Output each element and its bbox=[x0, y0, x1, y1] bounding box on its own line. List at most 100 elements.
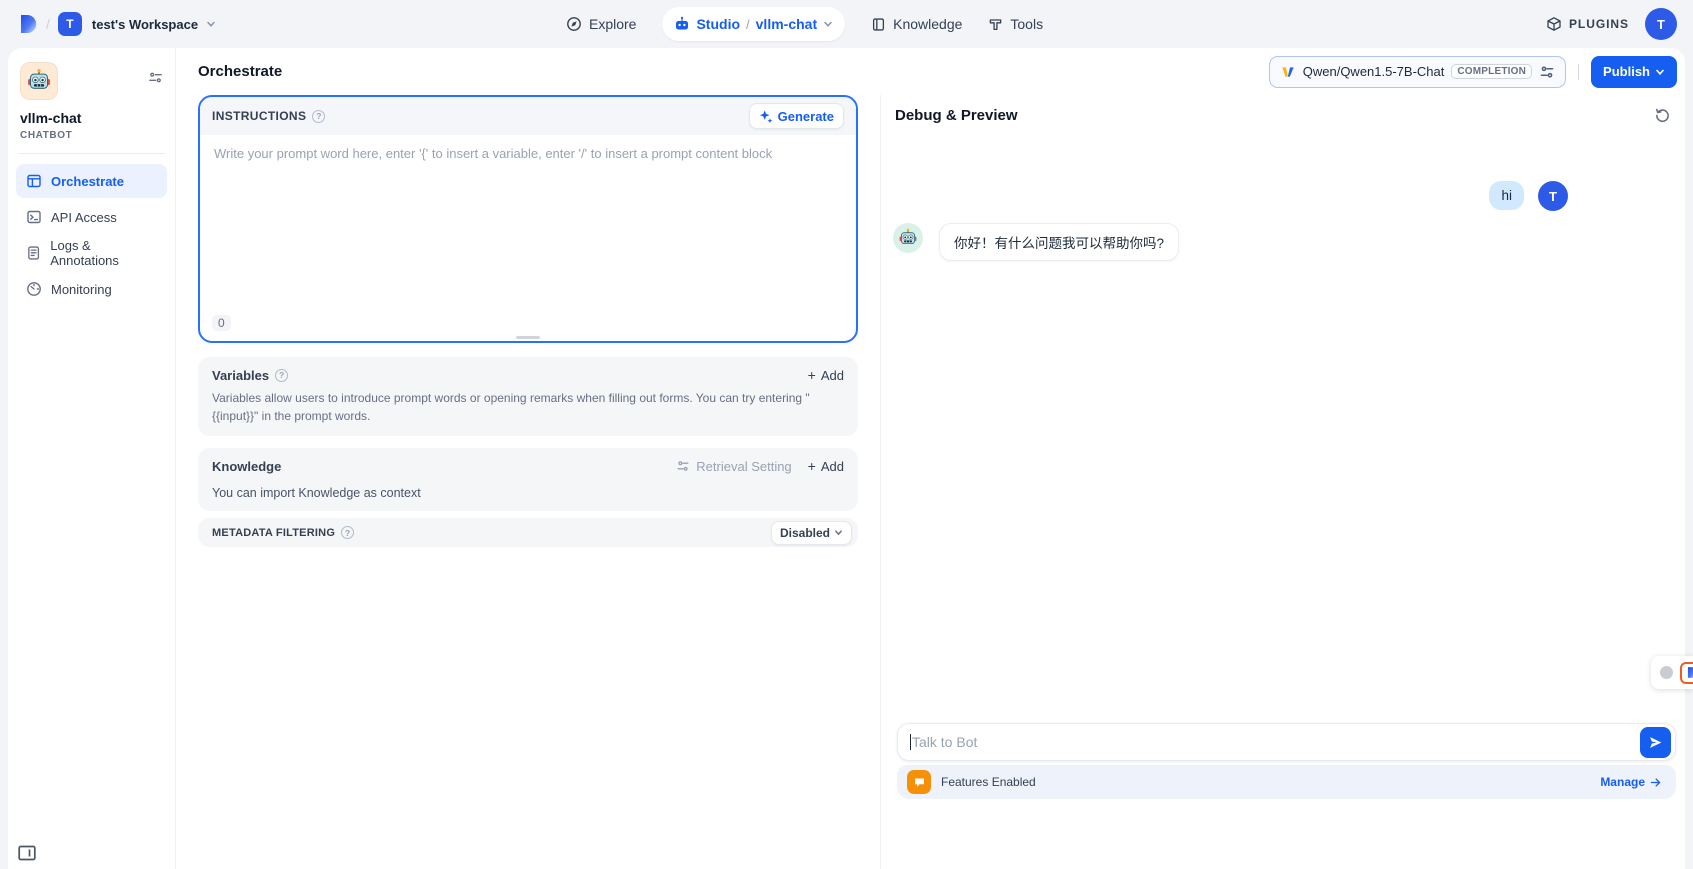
char-count-badge: 0 bbox=[212, 315, 231, 331]
dify-logo bbox=[16, 13, 38, 35]
chat-input[interactable] bbox=[911, 734, 1640, 750]
primary-nav: Explore Studio / vllm-chat Knowledge Too… bbox=[566, 0, 1043, 48]
features-bar: Features Enabled Manage bbox=[897, 765, 1676, 799]
plus-icon: + bbox=[808, 367, 816, 383]
manage-label: Manage bbox=[1600, 775, 1645, 789]
top-navigation-bar: / T test's Workspace Explore Studio / vl… bbox=[0, 0, 1693, 48]
chat-message-user: hi T bbox=[893, 181, 1568, 211]
sidebar-item-label: Orchestrate bbox=[51, 174, 124, 189]
sidebar-item-monitoring[interactable]: Monitoring bbox=[16, 272, 167, 306]
workspace-avatar[interactable]: T bbox=[58, 12, 82, 36]
retrieval-setting-label: Retrieval Setting bbox=[696, 459, 791, 474]
help-icon[interactable]: ? bbox=[341, 526, 354, 539]
publish-label: Publish bbox=[1603, 64, 1650, 79]
nav-explore-label: Explore bbox=[589, 16, 636, 32]
user-avatar[interactable]: T bbox=[1645, 8, 1677, 40]
nav-studio-current-app[interactable]: Studio / vllm-chat bbox=[662, 7, 845, 41]
sidebar-divider bbox=[18, 153, 165, 154]
vllm-logo-icon bbox=[1280, 64, 1296, 80]
add-knowledge-button[interactable]: + Add bbox=[808, 458, 844, 474]
help-icon[interactable]: ? bbox=[312, 110, 325, 123]
sidebar-item-label: API Access bbox=[51, 210, 117, 225]
metadata-filtering-dropdown[interactable]: Disabled bbox=[771, 521, 852, 545]
orchestrate-pane: INSTRUCTIONS ? Generate Write your promp… bbox=[176, 95, 880, 869]
instructions-header: INSTRUCTIONS ? Generate bbox=[200, 97, 856, 135]
sidebar-item-orchestrate[interactable]: Orchestrate bbox=[16, 164, 167, 198]
chat-footer: Features Enabled Manage bbox=[897, 723, 1676, 799]
chevron-down-icon[interactable] bbox=[823, 19, 833, 29]
content-column: Orchestrate Qwen/Qwen1.5-7B-Chat COMPLET… bbox=[176, 48, 1685, 869]
variables-title: Variables bbox=[212, 368, 269, 383]
metadata-value: Disabled bbox=[780, 526, 830, 540]
sidebar-item-logs-annotations[interactable]: Logs & Annotations bbox=[16, 236, 167, 270]
split-panes: INSTRUCTIONS ? Generate Write your promp… bbox=[176, 95, 1685, 869]
page-title: Orchestrate bbox=[198, 63, 282, 80]
model-name: Qwen/Qwen1.5-7B-Chat bbox=[1303, 64, 1445, 79]
chevron-down-icon[interactable] bbox=[206, 19, 216, 29]
generate-button[interactable]: Generate bbox=[749, 103, 844, 129]
hammer-icon bbox=[988, 17, 1003, 32]
metadata-title: METADATA FILTERING bbox=[212, 527, 335, 539]
nav-knowledge[interactable]: Knowledge bbox=[871, 16, 962, 32]
resize-handle[interactable] bbox=[516, 336, 540, 339]
app-name: vllm-chat bbox=[20, 110, 167, 126]
floating-extension-widget[interactable] bbox=[1651, 656, 1693, 689]
variables-header: Variables ? + Add bbox=[198, 357, 858, 383]
nav-tools[interactable]: Tools bbox=[988, 16, 1043, 32]
sidebar-item-label: Logs & Annotations bbox=[50, 238, 157, 268]
knowledge-header: Knowledge Retrieval Setting + Add bbox=[198, 448, 858, 474]
bot-message-bubble: 你好！有什么问题我可以帮助你吗? bbox=[939, 223, 1179, 261]
breadcrumb-separator: / bbox=[46, 16, 50, 32]
debug-preview-pane: Debug & Preview hi T 你好！有什么问题我可以帮助你吗? bbox=[880, 95, 1685, 869]
package-icon bbox=[1546, 16, 1562, 32]
model-mode-badge: COMPLETION bbox=[1451, 64, 1532, 79]
publish-button[interactable]: Publish bbox=[1591, 56, 1677, 88]
collapse-sidebar-icon[interactable] bbox=[18, 845, 36, 861]
header-right: PLUGINS T bbox=[1546, 8, 1677, 40]
app-sidebar: vllm-chat CHATBOT Orchestrate API Access… bbox=[8, 48, 176, 869]
plugins-button[interactable]: PLUGINS bbox=[1546, 16, 1629, 32]
user-chat-avatar: T bbox=[1538, 181, 1568, 211]
add-label: Add bbox=[821, 459, 844, 474]
plugins-label: PLUGINS bbox=[1569, 17, 1629, 31]
sidebar-item-label: Monitoring bbox=[51, 282, 112, 297]
prompt-editor[interactable]: Write your prompt word here, enter '{' t… bbox=[200, 135, 856, 341]
dify-extension-icon[interactable] bbox=[1680, 662, 1693, 684]
help-icon[interactable]: ? bbox=[275, 369, 288, 382]
workspace-name[interactable]: test's Workspace bbox=[92, 17, 198, 32]
sidebar-nav: Orchestrate API Access Logs & Annotation… bbox=[16, 164, 167, 306]
send-button[interactable] bbox=[1640, 727, 1671, 758]
app-workspace-card: vllm-chat CHATBOT Orchestrate API Access… bbox=[8, 48, 1685, 869]
debug-header: Debug & Preview bbox=[881, 95, 1685, 125]
toolbar-separator bbox=[1578, 64, 1579, 80]
nav-tools-label: Tools bbox=[1010, 16, 1043, 32]
nav-studio-label: Studio bbox=[696, 16, 740, 32]
add-variable-button[interactable]: + Add bbox=[808, 367, 844, 383]
sidebar-item-api-access[interactable]: API Access bbox=[16, 200, 167, 234]
debug-title: Debug & Preview bbox=[895, 107, 1018, 124]
knowledge-title: Knowledge bbox=[212, 459, 281, 474]
knowledge-description: You can import Knowledge as context bbox=[198, 474, 858, 500]
chat-input-container bbox=[897, 723, 1676, 761]
manage-features-link[interactable]: Manage bbox=[1600, 775, 1662, 789]
metadata-filtering-row: METADATA FILTERING ? Disabled bbox=[198, 518, 858, 547]
bot-chat-avatar bbox=[893, 223, 923, 253]
nav-explore[interactable]: Explore bbox=[566, 16, 636, 32]
retrieval-setting-button[interactable]: Retrieval Setting bbox=[676, 459, 791, 474]
current-app-name: vllm-chat bbox=[756, 16, 817, 32]
model-selector[interactable]: Qwen/Qwen1.5-7B-Chat COMPLETION bbox=[1269, 56, 1566, 88]
instructions-panel: INSTRUCTIONS ? Generate Write your promp… bbox=[198, 95, 858, 343]
nav-knowledge-label: Knowledge bbox=[893, 16, 962, 32]
app-settings-icon[interactable] bbox=[148, 70, 163, 85]
user-message-bubble: hi bbox=[1489, 181, 1524, 210]
restart-conversation-icon[interactable] bbox=[1654, 107, 1671, 124]
robot-icon bbox=[674, 16, 690, 32]
app-avatar[interactable] bbox=[20, 62, 58, 100]
knowledge-panel: Knowledge Retrieval Setting + Add bbox=[198, 448, 858, 511]
toolbar-right: Qwen/Qwen1.5-7B-Chat COMPLETION Publish bbox=[1269, 56, 1677, 88]
drag-dot-icon bbox=[1660, 666, 1673, 679]
variables-description: Variables allow users to introduce promp… bbox=[198, 383, 858, 425]
chat-message-bot: 你好！有什么问题我可以帮助你吗? bbox=[893, 223, 1568, 261]
model-parameters-icon[interactable] bbox=[1539, 64, 1555, 80]
add-label: Add bbox=[821, 368, 844, 383]
